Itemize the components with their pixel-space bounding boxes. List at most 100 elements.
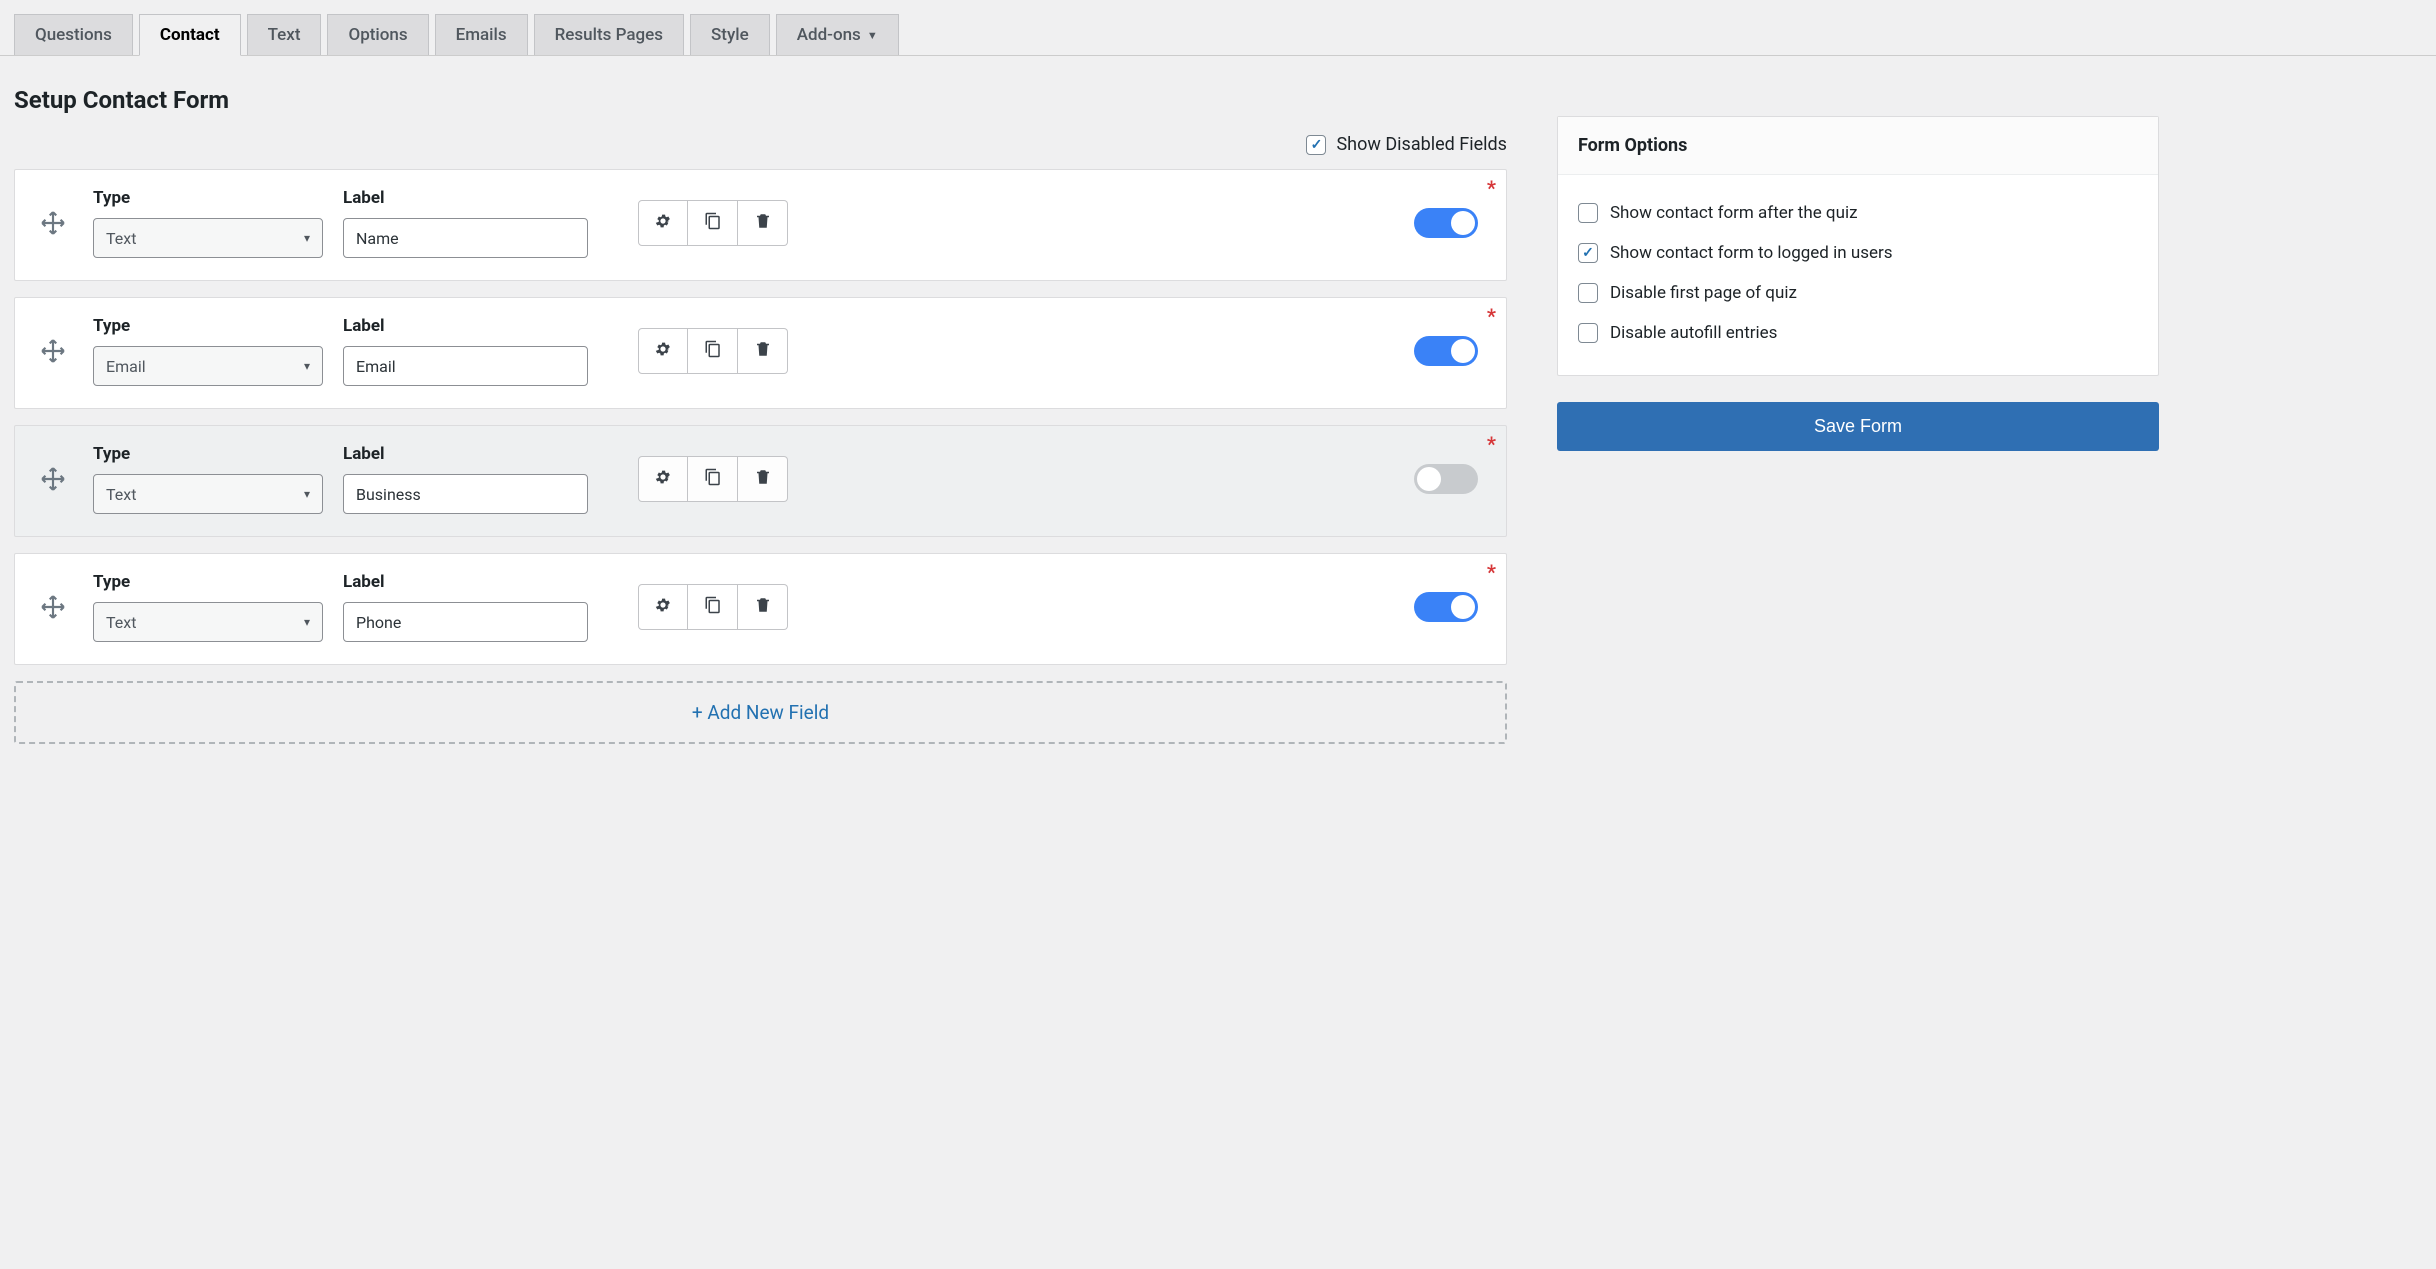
form-option-checkbox[interactable] [1578, 203, 1598, 223]
required-star-icon: * [1487, 304, 1496, 328]
label-input[interactable]: Name [343, 218, 588, 258]
required-star-icon: * [1487, 176, 1496, 200]
enable-toggle[interactable] [1414, 464, 1478, 494]
tab-style[interactable]: Style [690, 14, 770, 55]
copy-icon [704, 212, 722, 234]
add-new-field-button[interactable]: + Add New Field [14, 681, 1507, 744]
chevron-down-icon: ▾ [304, 231, 310, 245]
gear-icon [654, 596, 672, 618]
type-select[interactable]: Email▾ [93, 346, 323, 386]
delete-button[interactable] [738, 200, 788, 246]
trash-icon [754, 212, 772, 234]
required-star-icon: * [1487, 432, 1496, 456]
fields-list: *TypeText▾LabelName*TypeEmail▾LabelEmail… [14, 169, 1507, 665]
tab-questions[interactable]: Questions [14, 14, 133, 55]
form-option-label: Show contact form to logged in users [1610, 243, 1893, 263]
tab-results-pages[interactable]: Results Pages [534, 14, 684, 55]
type-header: Type [93, 188, 323, 208]
settings-button[interactable] [638, 200, 688, 246]
label-input[interactable]: Phone [343, 602, 588, 642]
tab-label: Questions [35, 25, 112, 45]
form-option-row: Show contact form to logged in users [1578, 233, 2138, 273]
form-option-row: Disable first page of quiz [1578, 273, 2138, 313]
label-header: Label [343, 444, 588, 464]
tab-label: Results Pages [555, 25, 663, 45]
label-header: Label [343, 316, 588, 336]
toggle-knob [1451, 595, 1475, 619]
type-select[interactable]: Text ▾ [93, 474, 323, 514]
drag-handle-icon[interactable] [33, 338, 73, 364]
show-disabled-checkbox[interactable] [1306, 135, 1326, 155]
field-row: * Type Text ▾ Label Name [14, 169, 1507, 281]
field-row: * Type Email▾ Label Email [14, 297, 1507, 409]
trash-icon [754, 468, 772, 490]
chevron-down-icon: ▾ [304, 487, 310, 501]
label-input[interactable]: Email [343, 346, 588, 386]
type-header: Type [93, 444, 323, 464]
form-option-row: Show contact form after the quiz [1578, 193, 2138, 233]
copy-icon [704, 340, 722, 362]
drag-handle-icon[interactable] [33, 594, 73, 620]
label-header: Label [343, 572, 588, 592]
toggle-knob [1417, 467, 1441, 491]
save-form-button[interactable]: Save Form [1557, 402, 2159, 451]
tab-contact[interactable]: Contact [139, 14, 241, 56]
settings-button[interactable] [638, 584, 688, 630]
delete-button[interactable] [738, 584, 788, 630]
form-option-label: Disable first page of quiz [1610, 283, 1797, 303]
drag-handle-icon[interactable] [33, 466, 73, 492]
form-option-checkbox[interactable] [1578, 323, 1598, 343]
delete-button[interactable] [738, 328, 788, 374]
label-header: Label [343, 188, 588, 208]
tab-label: Text [268, 25, 301, 45]
tab-label: Add-ons [797, 25, 861, 45]
form-option-row: Disable autofill entries [1578, 313, 2138, 353]
duplicate-button[interactable] [688, 456, 738, 502]
type-select[interactable]: Text ▾ [93, 602, 323, 642]
toggle-knob [1451, 339, 1475, 363]
form-option-label: Disable autofill entries [1610, 323, 1778, 343]
enable-toggle[interactable] [1414, 336, 1478, 366]
form-options-title: Form Options [1558, 117, 2158, 175]
type-select-value: Email [106, 357, 146, 376]
trash-icon [754, 340, 772, 362]
copy-icon [704, 468, 722, 490]
delete-button[interactable] [738, 456, 788, 502]
duplicate-button[interactable] [688, 200, 738, 246]
enable-toggle[interactable] [1414, 592, 1478, 622]
tabs-bar: Questions Contact Text Options Emails Results… [0, 0, 2436, 56]
form-option-checkbox[interactable] [1578, 283, 1598, 303]
tab-add-ons[interactable]: Add-ons▼ [776, 14, 899, 55]
type-header: Type [93, 572, 323, 592]
tab-label: Options [348, 25, 407, 45]
gear-icon [654, 340, 672, 362]
tab-options[interactable]: Options [327, 14, 428, 55]
show-disabled-label: Show Disabled Fields [1336, 134, 1506, 155]
type-select-value: Text [106, 613, 136, 632]
trash-icon [754, 596, 772, 618]
tab-label: Style [711, 25, 749, 45]
type-select-value: Text [106, 229, 136, 248]
gear-icon [654, 468, 672, 490]
type-header: Type [93, 316, 323, 336]
type-select-value: Text [106, 485, 136, 504]
form-option-label: Show contact form after the quiz [1610, 203, 1858, 223]
tab-text[interactable]: Text [247, 14, 322, 55]
page-title: Setup Contact Form [14, 86, 1507, 114]
type-select[interactable]: Text ▾ [93, 218, 323, 258]
tab-emails[interactable]: Emails [435, 14, 528, 55]
chevron-down-icon: ▾ [304, 615, 310, 629]
field-row: * Type Text ▾ Label Phone [14, 553, 1507, 665]
required-star-icon: * [1487, 560, 1496, 584]
duplicate-button[interactable] [688, 328, 738, 374]
field-row: * Type Text ▾ Label Business [14, 425, 1507, 537]
settings-button[interactable] [638, 328, 688, 374]
form-option-checkbox[interactable] [1578, 243, 1598, 263]
drag-handle-icon[interactable] [33, 210, 73, 236]
gear-icon [654, 212, 672, 234]
label-input[interactable]: Business [343, 474, 588, 514]
enable-toggle[interactable] [1414, 208, 1478, 238]
tab-label: Emails [456, 25, 507, 45]
duplicate-button[interactable] [688, 584, 738, 630]
settings-button[interactable] [638, 456, 688, 502]
